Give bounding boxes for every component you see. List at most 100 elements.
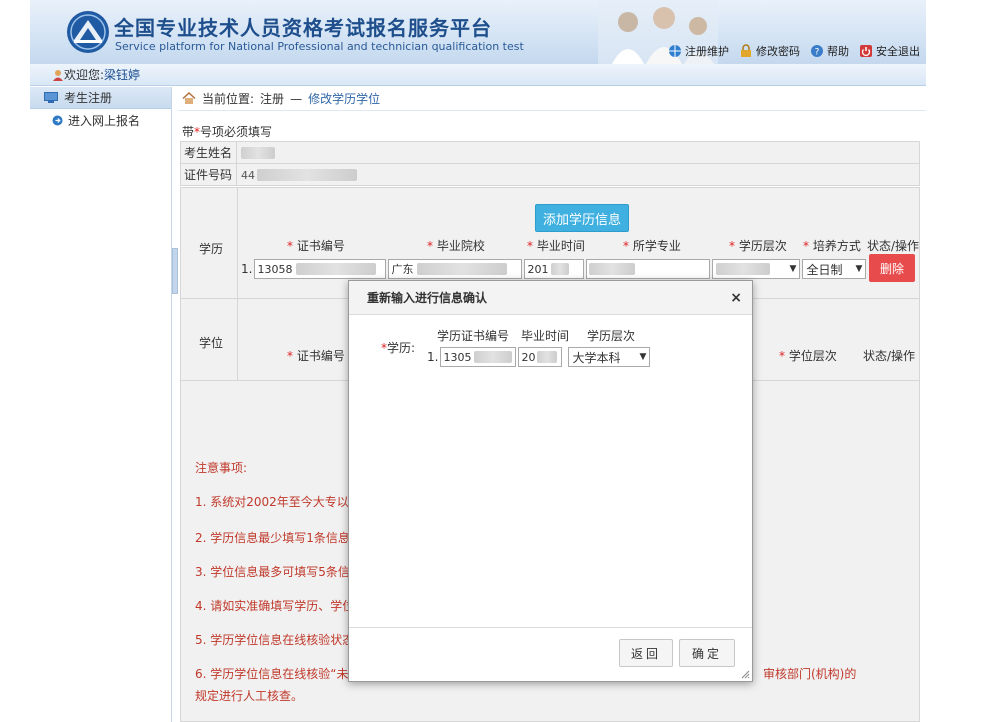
name-redacted bbox=[241, 147, 275, 159]
home-icon bbox=[182, 92, 196, 104]
edu-major-input[interactable] bbox=[586, 259, 711, 279]
confirm-button[interactable]: 确定 bbox=[679, 639, 735, 667]
dialog-edu-label-text: 学历: bbox=[387, 341, 416, 355]
add-education-button[interactable]: 添加学历信息 bbox=[535, 204, 629, 232]
edu-school-input[interactable]: 广东 bbox=[388, 259, 523, 279]
dialog-level-select[interactable]: 大学本科 ▼ bbox=[568, 347, 651, 367]
platform-title: 全国专业技术人员资格考试报名服务平台 bbox=[114, 16, 492, 40]
resize-grip-icon[interactable] bbox=[741, 670, 750, 679]
edu-level-select[interactable]: ▼ bbox=[712, 259, 801, 279]
id-visible-part: 44 bbox=[241, 168, 255, 182]
dialog-edu-row: 1. 1305 20 大学本科 ▼ bbox=[427, 347, 651, 367]
note-item-4: 4. 请如实准确填写学历、学位 bbox=[195, 599, 355, 613]
edu-time-input[interactable]: 201 bbox=[524, 259, 585, 279]
star: * bbox=[427, 239, 433, 253]
star: * bbox=[623, 239, 629, 253]
deg-col-level: * 学位层次 bbox=[779, 347, 837, 364]
arrow-circle-icon bbox=[52, 115, 63, 125]
dialog-col-cert: 学历证书编号 bbox=[437, 329, 510, 343]
logout-link[interactable]: 安全退出 bbox=[859, 43, 920, 59]
app-frame: 全国专业技术人员资格考试报名服务平台 Service platform for … bbox=[30, 0, 926, 722]
edu-school-value: 广东 bbox=[391, 263, 414, 276]
note-item-6-tail: 审核部门(机构)的 bbox=[763, 667, 857, 681]
dialog-time-redacted bbox=[537, 351, 558, 363]
sidebar-section-register[interactable]: 考生注册 bbox=[30, 87, 171, 109]
star: * bbox=[729, 239, 735, 253]
svg-text:?: ? bbox=[815, 48, 820, 58]
note-item-6: 6. 学历学位信息在线核验“未 bbox=[195, 667, 349, 681]
edu-cert-input[interactable]: 13058 bbox=[254, 259, 387, 279]
confirm-dialog: 重新输入进行信息确认 × *学历: 学历证书编号 毕业时间 学历层次 1. 13… bbox=[348, 280, 753, 682]
deg-col-level-label: 学位层次 bbox=[788, 349, 837, 363]
lock-icon bbox=[741, 44, 751, 57]
edu-mode-select[interactable]: 全日制 ▼ bbox=[802, 259, 867, 279]
dialog-time-input[interactable]: 20 bbox=[518, 347, 563, 367]
edu-level-redacted bbox=[716, 263, 771, 275]
edu-col-status: 状态/操作 bbox=[867, 239, 920, 253]
dropdown-arrow-icon: ▼ bbox=[855, 264, 863, 274]
required-note-text: 号项必须填写 bbox=[200, 125, 273, 139]
dialog-cert-value: 1305 bbox=[443, 350, 472, 364]
edu-col-school: * 毕业院校 bbox=[427, 237, 485, 254]
candidate-info-table: 考生姓名 证件号码 44 bbox=[180, 141, 920, 186]
note-item-3: 3. 学位信息最多可填写5条信息 bbox=[195, 565, 362, 579]
welcome-prefix: 欢迎您: bbox=[64, 68, 105, 82]
name-value bbox=[236, 141, 920, 164]
sidebar-item-label: 进入网上报名 bbox=[68, 113, 141, 128]
note-item-1: 1. 系统对2002年至今大专以上 bbox=[195, 495, 361, 509]
name-label: 考生姓名 bbox=[180, 141, 237, 164]
edu-col-mode-label: 培养方式 bbox=[812, 239, 861, 253]
deg-col-cert-label: 证书编号 bbox=[296, 349, 345, 363]
breadcrumb-prefix: 当前位置: bbox=[202, 92, 255, 106]
column-divider bbox=[237, 188, 238, 380]
notes-title: 注意事项: bbox=[195, 461, 248, 475]
edu-col-time-label: 毕业时间 bbox=[536, 239, 585, 253]
change-password-label: 修改密码 bbox=[756, 45, 800, 58]
edu-col-time: * 毕业时间 bbox=[527, 237, 585, 254]
dialog-row-index: 1. bbox=[427, 350, 439, 364]
education-row: 1. 13058 广东 201 ▼ 全日制 ▼ bbox=[241, 259, 867, 279]
register-maintain-link[interactable]: 注册维护 bbox=[668, 43, 729, 59]
sidebar-item-online-apply[interactable]: 进入网上报名 bbox=[30, 109, 171, 131]
dialog-level-value: 大学本科 bbox=[572, 350, 621, 365]
required-note: 带*号项必须填写 bbox=[182, 123, 272, 140]
edu-col-cert: * 证书编号 bbox=[287, 237, 345, 254]
deg-col-cert: * 证书编号 bbox=[287, 347, 345, 364]
sidebar-section-label: 考生注册 bbox=[64, 91, 113, 105]
back-button[interactable]: 返回 bbox=[619, 639, 673, 667]
dialog-time-value: 20 bbox=[521, 350, 536, 364]
note-item-2: 2. 学历信息最少填写1条信息, bbox=[195, 531, 354, 545]
header-banner: 全国专业技术人员资格考试报名服务平台 Service platform for … bbox=[30, 0, 926, 64]
breadcrumb: 当前位置: 注册 — 修改学历学位 bbox=[178, 87, 926, 111]
help-label: 帮助 bbox=[827, 45, 849, 58]
edu-col-school-label: 毕业院校 bbox=[436, 239, 485, 253]
platform-subtitle: Service platform for National Profession… bbox=[115, 40, 524, 53]
close-icon[interactable]: × bbox=[730, 290, 742, 306]
sidebar: 考生注册 进入网上报名 bbox=[30, 87, 172, 722]
help-link[interactable]: ? 帮助 bbox=[810, 43, 849, 59]
dropdown-arrow-icon: ▼ bbox=[639, 352, 647, 362]
edu-col-major-label: 所学专业 bbox=[632, 239, 681, 253]
monitor-icon bbox=[44, 92, 58, 103]
dialog-col-level: 学历层次 bbox=[587, 329, 636, 343]
edu-mode-value: 全日制 bbox=[806, 262, 843, 277]
edu-time-redacted bbox=[551, 263, 570, 275]
power-icon bbox=[860, 45, 872, 57]
id-value: 44 bbox=[236, 163, 920, 186]
education-label: 学历 bbox=[199, 242, 224, 256]
breadcrumb-current: 修改学历学位 bbox=[308, 92, 381, 106]
dialog-footer-divider bbox=[349, 627, 752, 628]
breadcrumb-separator: — bbox=[290, 91, 303, 106]
change-password-link[interactable]: 修改密码 bbox=[739, 43, 800, 59]
breadcrumb-register[interactable]: 注册 bbox=[260, 90, 284, 107]
delete-education-button[interactable]: 删除 bbox=[869, 254, 915, 282]
degree-label: 学位 bbox=[199, 336, 224, 350]
dialog-title: 重新输入进行信息确认 bbox=[367, 291, 488, 305]
edu-col-level-label: 学历层次 bbox=[738, 239, 787, 253]
register-maintain-label: 注册维护 bbox=[685, 45, 729, 58]
star: * bbox=[803, 239, 809, 253]
edu-col-cert-label: 证书编号 bbox=[296, 239, 345, 253]
dialog-cert-input[interactable]: 1305 bbox=[440, 347, 517, 367]
dropdown-arrow-icon: ▼ bbox=[789, 264, 797, 274]
edu-time-value: 201 bbox=[527, 262, 549, 276]
